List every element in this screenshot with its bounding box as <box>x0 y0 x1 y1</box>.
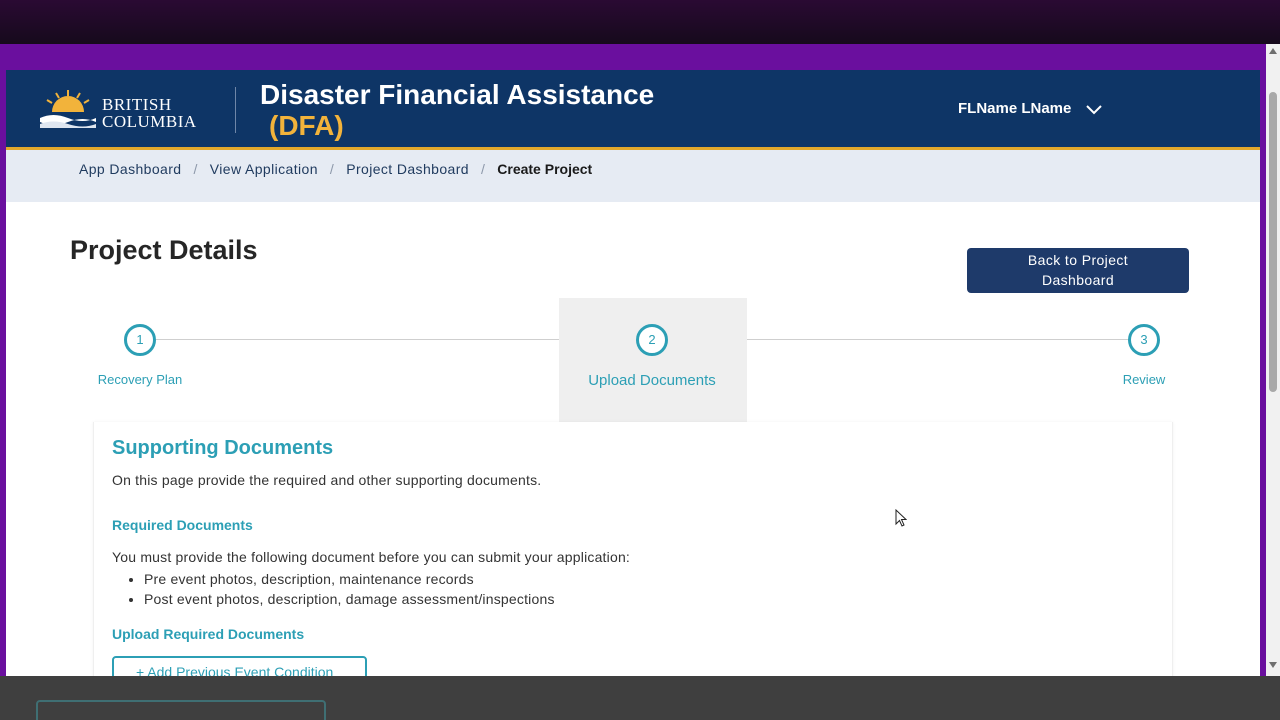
user-name: FLName LName <box>958 100 1072 117</box>
site-header: BRITISH COLUMBIA Disaster Financial Assi… <box>6 70 1260 150</box>
breadcrumb-app-dashboard[interactable]: App Dashboard <box>79 161 182 177</box>
add-previous-event-condition-button[interactable]: + Add Previous Event Condition <box>112 656 367 676</box>
step-number: 2 <box>636 324 668 356</box>
section-intro: On this page provide the required and ot… <box>112 472 542 488</box>
step-upload-documents[interactable]: 2 Upload Documents <box>552 324 752 389</box>
breadcrumb-project-dashboard[interactable]: Project Dashboard <box>346 161 469 177</box>
bc-logo-text: BRITISH COLUMBIA <box>102 95 197 131</box>
chevron-down-icon <box>1086 104 1103 114</box>
back-to-project-dashboard-button[interactable]: Back to Project Dashboard <box>967 248 1189 293</box>
ghost-button-outline <box>36 700 326 720</box>
scrollbar[interactable] <box>1266 44 1280 676</box>
breadcrumb-separator: / <box>480 161 486 177</box>
breadcrumb-separator: / <box>193 161 198 177</box>
app-subtitle: (DFA) <box>269 110 344 141</box>
app-window: BRITISH COLUMBIA Disaster Financial Assi… <box>6 70 1260 676</box>
step-label: Recovery Plan <box>97 372 183 387</box>
step-label: Review <box>1122 372 1166 387</box>
breadcrumb: App Dashboard / View Application / Proje… <box>6 150 1260 202</box>
step-review[interactable]: 3 Review <box>1044 324 1244 387</box>
breadcrumb-separator: / <box>329 161 335 177</box>
bc-logo-icon <box>38 90 98 130</box>
step-number: 1 <box>124 324 156 356</box>
step-recovery-plan[interactable]: 1 Recovery Plan <box>40 324 240 387</box>
header-divider <box>235 87 236 133</box>
app-title: Disaster Financial Assistance <box>260 79 655 110</box>
page-title: Project Details <box>70 235 258 265</box>
upload-required-heading: Upload Required Documents <box>112 626 305 642</box>
required-documents-list: Pre event photos, description, maintenan… <box>112 569 555 609</box>
required-documents-text: You must provide the following document … <box>112 549 631 565</box>
step-number: 3 <box>1128 324 1160 356</box>
step-label: Upload Documents <box>588 372 716 389</box>
scroll-thumb[interactable] <box>1269 92 1277 392</box>
supporting-documents-card: Supporting Documents On this page provid… <box>93 422 1173 676</box>
user-menu[interactable]: FLName LName <box>958 100 1103 117</box>
top-strip <box>0 0 1280 44</box>
bottom-overlay <box>0 676 1280 720</box>
list-item: Pre event photos, description, maintenan… <box>144 569 555 589</box>
required-documents-heading: Required Documents <box>112 517 253 533</box>
scroll-down-arrow-icon[interactable] <box>1269 662 1277 668</box>
section-title: Supporting Documents <box>112 437 334 459</box>
list-item: Post event photos, description, damage a… <box>144 589 555 609</box>
breadcrumb-current: Create Project <box>497 161 593 177</box>
scroll-up-arrow-icon[interactable] <box>1269 48 1277 54</box>
mouse-pointer-icon <box>895 509 907 527</box>
breadcrumb-view-application[interactable]: View Application <box>210 161 318 177</box>
